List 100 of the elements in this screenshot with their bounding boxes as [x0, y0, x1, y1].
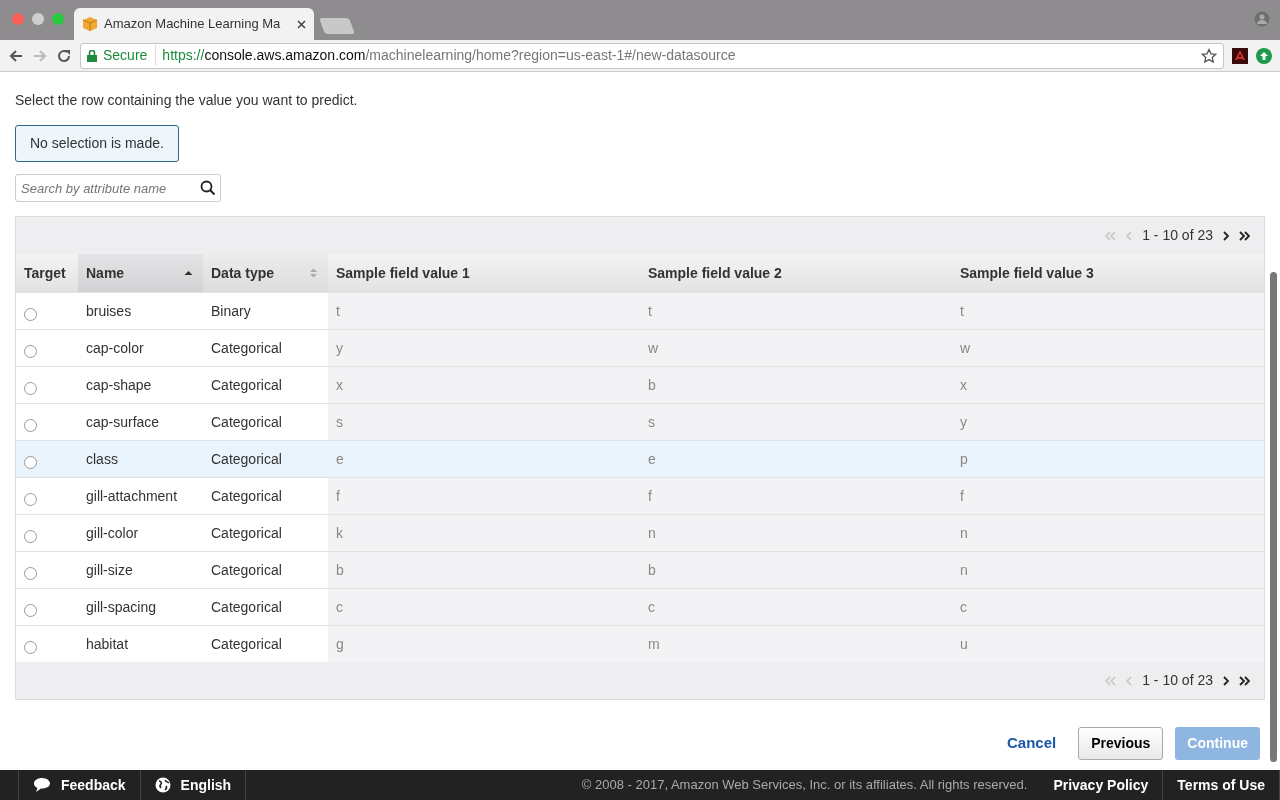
table-cell-text: c [336, 597, 343, 617]
table-cell-text: Categorical [211, 597, 282, 617]
language-selector[interactable]: English [180, 774, 232, 796]
table-cell-text: cap-color [86, 338, 144, 358]
table-cell-text: y [336, 338, 343, 358]
search-icon[interactable] [200, 180, 216, 196]
page-range-text: 1 - 10 of 23 [1142, 226, 1213, 245]
scrollbar[interactable] [1270, 272, 1277, 762]
column-header[interactable]: Name [86, 262, 125, 284]
feedback-link[interactable]: Feedback [61, 774, 126, 796]
next-page-icon[interactable] [1223, 230, 1229, 241]
browser-tab[interactable]: Amazon Machine Learning Ma [74, 8, 314, 40]
upload-extension-icon[interactable] [1256, 47, 1272, 64]
first-page-icon[interactable] [1105, 230, 1117, 241]
star-icon[interactable] [1201, 47, 1217, 64]
radio-button[interactable] [24, 492, 37, 506]
table-cell-text: gill-attachment [86, 486, 178, 506]
speech-bubble-icon [33, 777, 51, 793]
instruction-text: Select the row containing the value you want to predict. [15, 91, 359, 110]
table-cell-text: Categorical [211, 634, 282, 654]
table-cell-text: t [960, 301, 964, 321]
table-cell-text: t [336, 301, 340, 321]
radio-button[interactable] [24, 603, 37, 617]
footer-link[interactable]: Terms of Use [1177, 774, 1265, 796]
close-icon[interactable] [297, 19, 306, 29]
table-cell-text: w [960, 338, 971, 358]
column-header: Target [24, 263, 66, 283]
next-page-icon[interactable] [1223, 675, 1229, 686]
table-cell-text: e [336, 449, 344, 469]
last-page-icon[interactable] [1239, 230, 1250, 241]
table-cell-text: Categorical [211, 412, 282, 432]
previous-button[interactable]: Previous [1078, 726, 1164, 760]
column-header: Sample field value 3 [960, 263, 1094, 283]
sort-icon[interactable] [309, 268, 318, 278]
table-cell-text: f [648, 486, 652, 506]
sort-ascending-icon[interactable] [184, 268, 193, 278]
table-cell-text: c [960, 597, 967, 617]
radio-button[interactable] [24, 307, 37, 321]
address-bar[interactable]: Secure https://console.aws.amazon.com/machinelearning/home?region=us-east-1#/new-datasource [80, 42, 1224, 69]
table-cell-text: gill-color [86, 523, 139, 543]
table-cell-text: s [648, 412, 655, 432]
table-cell-text: n [960, 560, 968, 580]
table-cell-text: g [336, 634, 344, 654]
table-cell-text: x [336, 375, 343, 395]
last-page-icon[interactable] [1239, 675, 1250, 686]
table-cell-text: Categorical [211, 486, 282, 506]
table-cell-text: class [86, 449, 118, 469]
table-cell-text: b [648, 375, 656, 395]
table-cell-text: n [648, 523, 656, 543]
url-text: https://console.aws.amazon.com/machinelearning/home?region=us-east-1#/new-datasource [162, 46, 736, 65]
back-icon[interactable] [8, 47, 24, 64]
previous-page-icon[interactable] [1126, 675, 1133, 686]
radio-button[interactable] [24, 418, 37, 432]
radio-button[interactable] [24, 529, 37, 543]
column-header: Sample field value 2 [648, 263, 782, 283]
selection-status: No selection is made. [15, 125, 179, 162]
table-cell-text: f [336, 486, 340, 506]
search-field[interactable]: Search by attribute name [15, 174, 221, 202]
table-cell-text: Categorical [211, 523, 282, 543]
window-controls-icon[interactable] [12, 13, 64, 25]
table-cell-text: w [648, 338, 659, 358]
footer-link[interactable]: Privacy Policy [1053, 774, 1149, 796]
tab-title: Amazon Machine Learning Ma [104, 15, 282, 34]
table-cell-text: t [648, 301, 652, 321]
table-cell-text: Categorical [211, 338, 282, 358]
table-cell-text: u [960, 634, 968, 654]
radio-button[interactable] [24, 640, 37, 654]
table-cell-text: bruises [86, 301, 132, 321]
radio-button[interactable] [24, 344, 37, 358]
table-cell-text: m [648, 634, 660, 654]
table-cell-text: c [648, 597, 655, 617]
table-cell-text: gill-spacing [86, 597, 157, 617]
radio-button[interactable] [24, 455, 37, 469]
previous-page-icon[interactable] [1126, 230, 1133, 241]
security-label: Secure [103, 45, 157, 66]
radio-button[interactable] [24, 381, 37, 395]
table-cell-text: habitat [86, 634, 129, 654]
pdf-extension-icon[interactable] [1232, 47, 1248, 64]
table-cell-text: Binary [211, 301, 251, 321]
table-cell-text: b [648, 560, 656, 580]
table-cell-text: e [648, 449, 656, 469]
radio-button[interactable] [24, 566, 37, 580]
table-cell-text: gill-size [86, 560, 133, 580]
table-cell-text: s [336, 412, 343, 432]
reload-icon[interactable] [56, 47, 72, 64]
new-tab-button[interactable] [319, 18, 355, 34]
table-cell-text: y [960, 412, 967, 432]
profile-icon[interactable] [1254, 11, 1270, 27]
lock-icon [87, 49, 97, 62]
forward-icon[interactable] [32, 47, 48, 64]
table-cell-text: cap-shape [86, 375, 152, 395]
table-cell-text: x [960, 375, 967, 395]
table-cell-text: p [960, 449, 968, 469]
table-cell-text: b [336, 560, 344, 580]
cancel-link[interactable]: Cancel [997, 726, 1067, 761]
first-page-icon[interactable] [1105, 675, 1117, 686]
table-cell-text: Categorical [211, 560, 282, 580]
table-cell-text: cap-surface [86, 412, 160, 432]
page-range-text: 1 - 10 of 23 [1142, 671, 1213, 690]
column-header: Sample field value 1 [336, 263, 470, 283]
